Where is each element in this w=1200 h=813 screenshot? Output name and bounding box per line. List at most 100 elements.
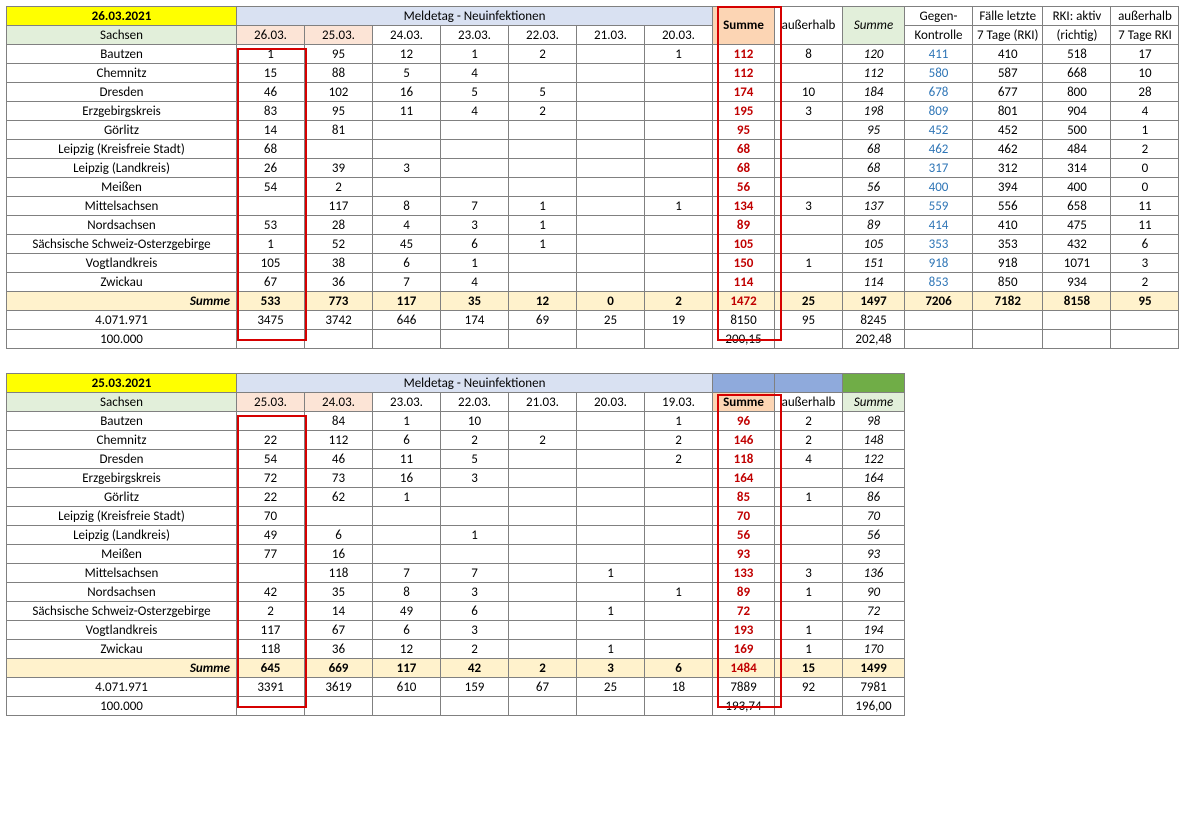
region-name: Chemnitz: [7, 431, 237, 450]
table-row: Bautzen19512121112812041141051817: [7, 45, 1179, 64]
cell: 19: [645, 311, 713, 330]
date-col-1: 25.03.: [305, 26, 373, 45]
region-name: Görlitz: [7, 488, 237, 507]
cell: 36: [305, 640, 373, 659]
cell: [305, 330, 373, 349]
aus-cell: 3: [775, 564, 843, 583]
aus-cell: [775, 507, 843, 526]
cell: [237, 564, 305, 583]
ext-h-2: RKI: aktiv: [1043, 7, 1111, 26]
cell: [577, 140, 645, 159]
region-name: Meißen: [7, 178, 237, 197]
sum-cell: 164: [713, 469, 775, 488]
blank-blue-2: [775, 374, 843, 393]
cell: 1: [373, 412, 441, 431]
aus-cell: 92: [775, 678, 843, 697]
sum-cell: 150: [713, 254, 775, 273]
cell: 2: [645, 450, 713, 469]
cell: [577, 273, 645, 292]
cell: [509, 545, 577, 564]
ext-cell: 934: [1043, 273, 1111, 292]
sum-cell: 1484: [713, 659, 775, 678]
sum-cell: 85: [713, 488, 775, 507]
cell: [645, 235, 713, 254]
cell: 12: [373, 45, 441, 64]
cell: [509, 330, 577, 349]
cell: 8: [373, 197, 441, 216]
table-row: Leipzig (Kreisfreie Stadt)707070: [7, 507, 905, 526]
summe-header: Summe: [713, 393, 775, 412]
cell: 3619: [305, 678, 373, 697]
aus-cell: 1: [775, 640, 843, 659]
cell: 3742: [305, 311, 373, 330]
cell: 7: [441, 197, 509, 216]
cell: 45: [373, 235, 441, 254]
cell: 53: [237, 216, 305, 235]
cell: 159: [441, 678, 509, 697]
cell: 36: [305, 273, 373, 292]
sum2-cell: 122: [843, 450, 905, 469]
sum-cell: 1472: [713, 292, 775, 311]
date-col-3: 23.03.: [441, 26, 509, 45]
cell: 102: [305, 83, 373, 102]
region-name: Nordsachsen: [7, 216, 237, 235]
cell: 112: [305, 431, 373, 450]
cell: 25: [577, 311, 645, 330]
aus-cell: 1: [775, 621, 843, 640]
blank-green: [843, 374, 905, 393]
cell: [373, 507, 441, 526]
ext-cell: 7206: [905, 292, 973, 311]
sum2-cell: 95: [843, 121, 905, 140]
cell: 1: [645, 197, 713, 216]
cell: [509, 526, 577, 545]
cell: [373, 697, 441, 716]
cell: [577, 697, 645, 716]
ext-h2-3: 7 Tage RKI: [1111, 26, 1179, 45]
cell: [509, 469, 577, 488]
cell: [645, 469, 713, 488]
cell: [509, 254, 577, 273]
cell: [509, 178, 577, 197]
cell: 83: [237, 102, 305, 121]
cell: 62: [305, 488, 373, 507]
sum-cell: 118: [713, 450, 775, 469]
cell: 70: [237, 507, 305, 526]
sum2-cell: 56: [843, 526, 905, 545]
sum2-cell: 164: [843, 469, 905, 488]
cell: [441, 159, 509, 178]
cell: 174: [441, 311, 509, 330]
ext-cell: 95: [1111, 292, 1179, 311]
sum2-cell: 68: [843, 159, 905, 178]
table-row: Görlitz2262185186: [7, 488, 905, 507]
cell: [305, 697, 373, 716]
cell: [645, 254, 713, 273]
region-name: Vogtlandkreis: [7, 621, 237, 640]
cell: 645: [237, 659, 305, 678]
cell: 117: [305, 197, 373, 216]
cell: 6: [645, 659, 713, 678]
cell: 2: [509, 659, 577, 678]
cell: 0: [577, 292, 645, 311]
ext-cell: 11: [1111, 197, 1179, 216]
ext-cell: 17: [1111, 45, 1179, 64]
cell: 49: [237, 526, 305, 545]
sum2-cell: 196,00: [843, 697, 905, 716]
sum2-cell: 194: [843, 621, 905, 640]
sum2-cell: 7981: [843, 678, 905, 697]
table-row: Mittelsachsen1178711134313755955665811: [7, 197, 1179, 216]
ext-cell: 800: [1043, 83, 1111, 102]
cell: [645, 564, 713, 583]
sum-cell: 96: [713, 412, 775, 431]
cell: 42: [441, 659, 509, 678]
aus-cell: 15: [775, 659, 843, 678]
date-col-4: 22.03.: [509, 26, 577, 45]
cell: [237, 697, 305, 716]
region-name: Leipzig (Kreisfreie Stadt): [7, 140, 237, 159]
totals-label: Summe: [7, 292, 237, 311]
cell: 1: [645, 583, 713, 602]
sum2-cell: 98: [843, 412, 905, 431]
cell: 72: [237, 469, 305, 488]
ext-cell: 678: [905, 83, 973, 102]
cell: [509, 450, 577, 469]
totals-label: Summe: [7, 659, 237, 678]
